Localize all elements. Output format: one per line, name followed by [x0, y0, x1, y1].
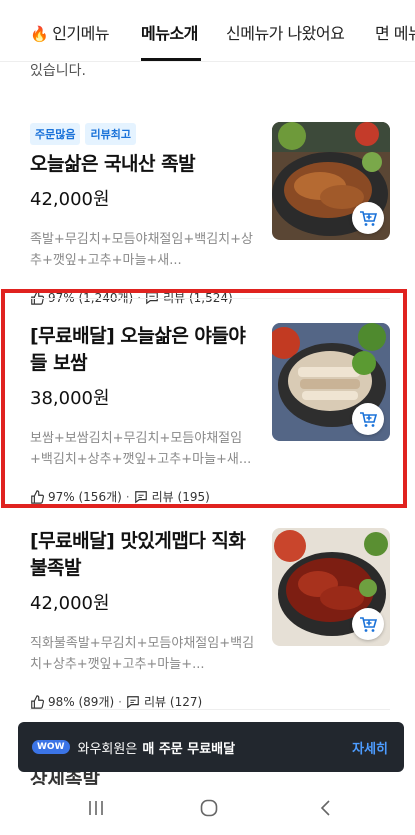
back-button[interactable] [316, 798, 336, 822]
recent-apps-icon [89, 801, 103, 815]
menu-item-image[interactable] [272, 528, 390, 646]
menu-item-name: [무료배달] 맛있게맵다 직화불족발 [30, 530, 246, 579]
home-icon [200, 799, 218, 817]
menu-item-image[interactable] [272, 122, 390, 240]
back-icon [320, 800, 330, 816]
recent-apps-button[interactable] [86, 798, 106, 822]
add-to-cart-button[interactable] [352, 608, 384, 640]
active-tab-indicator [141, 58, 201, 61]
fire-icon: 🔥 [30, 25, 49, 43]
banner-text: 와우회원은 [77, 741, 138, 757]
tab-popular-menu[interactable]: 🔥 인기메뉴 [30, 20, 110, 44]
badge-best-review: 리뷰최고 [85, 123, 136, 145]
menu-item-stats: 98% (89개) · 리뷰 (127) [30, 693, 390, 710]
selection-highlight-box [1, 289, 407, 508]
review-count: 리뷰 (127) [144, 695, 203, 709]
tab-noodle-menu[interactable]: 면 메뉴 [375, 20, 415, 44]
wow-badge: WOW [32, 740, 70, 754]
menu-item[interactable]: [무료배달] 맛있게맵다 직화불족발 42,000원 직화불족발+무김치+모듬야… [30, 528, 390, 710]
menu-item[interactable]: 주문많음 리뷰최고 오늘삶은 국내산 족발 42,000원 족발+무김치+모듬야… [30, 122, 390, 306]
menu-item-description: 족발+무김치+모듬야채절임+백김치+상추+깻잎+고추+마늘+새... [30, 232, 253, 268]
membership-banner[interactable]: WOW 와우회원은 매 주문 무료배달 자세히 [18, 722, 404, 772]
separator: · [118, 694, 122, 709]
tab-new-menu[interactable]: 신메뉴가 나왔어요 [226, 20, 345, 44]
menu-item-description: 직화불족발+무김치+모듬야채절임+백김치+상추+깻잎+고추+마늘+... [30, 636, 255, 672]
menu-item-name: 오늘삶은 국내산 족발 [30, 153, 196, 175]
home-button[interactable] [199, 798, 219, 822]
system-navigation-bar [0, 785, 415, 835]
like-rate: 98% (89개) [48, 695, 115, 709]
badge-most-ordered: 주문많음 [30, 123, 81, 145]
tab-menu-intro[interactable]: 메뉴소개 [141, 20, 198, 44]
category-tabs: 🔥인기메뉴 메뉴소개 신메뉴가 나왔어요 면 메뉴 [0, 0, 415, 62]
thumbs-up-icon [31, 694, 44, 709]
add-to-cart-button[interactable] [352, 202, 384, 234]
tab-label: 인기메뉴 [52, 24, 110, 43]
banner-highlight-text: 매 주문 무료배달 [142, 741, 236, 757]
item-divider [30, 709, 390, 710]
cart-plus-icon [360, 617, 378, 632]
section-description: 있습니다. [30, 63, 86, 79]
cart-plus-icon [360, 211, 378, 226]
banner-details-link[interactable]: 자세히 [352, 738, 388, 757]
review-icon [127, 695, 139, 708]
